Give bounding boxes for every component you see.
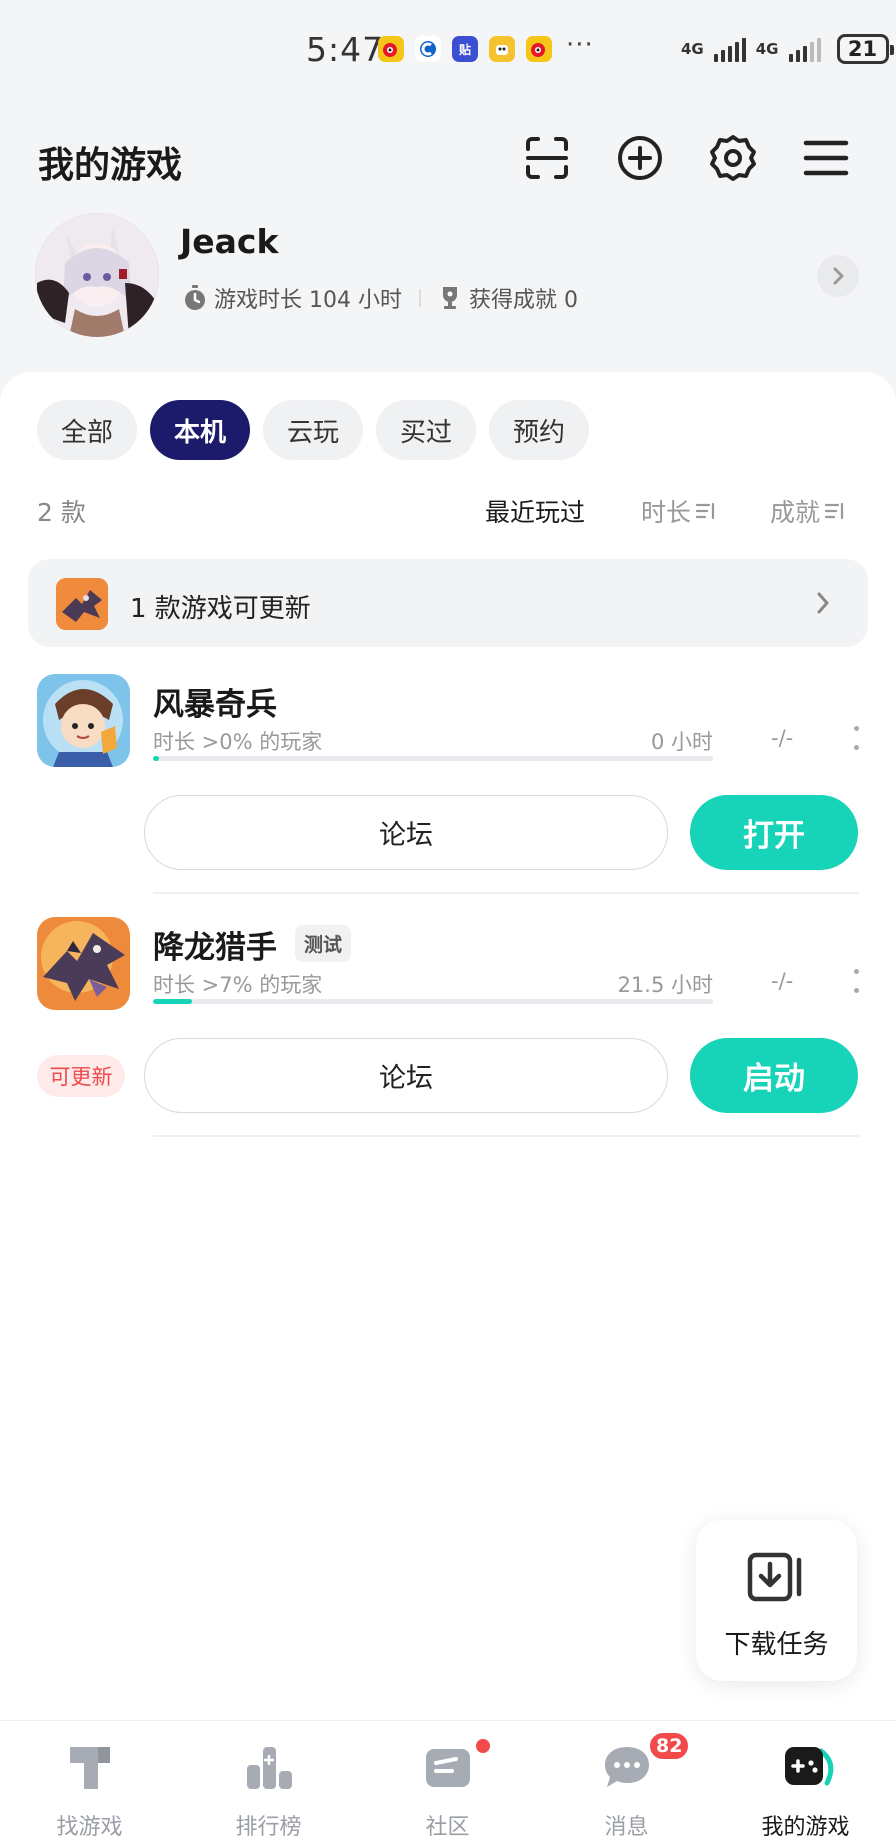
download-task-label: 下载任务: [724, 1630, 829, 1660]
update-banner-text: 1 款游戏可更新: [130, 594, 311, 624]
more-notifications-icon: ···: [566, 30, 594, 60]
status-time: 5:47: [306, 30, 385, 69]
play-progress-bar: [153, 999, 713, 1004]
more-options-icon[interactable]: [851, 726, 861, 750]
ranking-icon: [247, 1747, 292, 1789]
forum-button[interactable]: 论坛: [144, 1038, 668, 1113]
game-achievement: -/-: [771, 969, 794, 993]
status-bar: 5:47 贴 ··· 4G 4G 21: [0, 0, 896, 104]
tab-purchased[interactable]: 买过: [376, 400, 476, 460]
nav-community[interactable]: 社区: [358, 1721, 537, 1848]
weibo-icon-2: [526, 36, 552, 62]
signal-icon-1: [713, 36, 746, 62]
chat-bubble-icon: [605, 1747, 649, 1787]
open-game-button[interactable]: 打开: [690, 795, 858, 870]
stat-divider: [418, 289, 421, 307]
network-type-1: 4G: [681, 39, 704, 58]
nav-rankings[interactable]: 排行榜: [179, 1721, 358, 1848]
sort-achievement[interactable]: 成就: [770, 493, 846, 529]
nav-messages[interactable]: 82 消息: [537, 1721, 716, 1848]
nav-find-games[interactable]: 找游戏: [0, 1721, 179, 1848]
nav-community-label: 社区: [425, 1815, 470, 1840]
game-player-stat: 时长 >7% 的玩家: [153, 973, 323, 997]
menu-button[interactable]: [801, 133, 851, 183]
play-progress-bar: [153, 756, 713, 761]
download-task-button[interactable]: 下载任务: [696, 1520, 857, 1681]
sort-icon-2: [824, 502, 844, 520]
gamepad-icon: [785, 1747, 834, 1786]
gear-icon: [710, 135, 756, 181]
update-available-badge[interactable]: 可更新: [37, 1055, 125, 1097]
sort-icon: [695, 502, 715, 520]
divider: [153, 892, 859, 894]
messages-count-badge: 82: [648, 1731, 691, 1761]
game-achievement: -/-: [771, 726, 794, 750]
add-circle-icon: [618, 136, 662, 180]
nav-find-games-label: 找游戏: [56, 1815, 123, 1840]
tab-reserved[interactable]: 预约: [489, 400, 589, 460]
game-icon[interactable]: [37, 674, 130, 767]
profile-stats: 游戏时长 104 小时 获得成就 0: [183, 282, 578, 314]
tab-all[interactable]: 全部: [37, 400, 137, 460]
game-icon[interactable]: [37, 917, 130, 1010]
tab-local[interactable]: 本机: [150, 400, 250, 460]
nav-rankings-label: 排行榜: [235, 1815, 302, 1840]
notification-icons: 贴: [378, 36, 552, 62]
scan-button[interactable]: [522, 133, 572, 183]
tieba-icon: 贴: [452, 36, 478, 62]
download-icon: [747, 1552, 802, 1602]
game-name: 风暴奇兵: [153, 687, 277, 723]
game-hours: 21.5 小时: [617, 973, 713, 997]
sort-duration-label: 时长: [641, 498, 692, 527]
username: Jeack: [180, 222, 279, 261]
hamburger-menu-icon: [803, 140, 849, 176]
game-hours: 0 小时: [650, 730, 713, 754]
settings-button[interactable]: [708, 133, 758, 183]
add-button[interactable]: [615, 133, 665, 183]
game-name: 降龙猎手: [153, 930, 277, 966]
avatar[interactable]: [35, 213, 159, 337]
game-player-stat: 时长 >0% 的玩家: [153, 730, 323, 754]
play-time: 游戏时长 104 小时: [214, 288, 402, 313]
hammer-icon: [70, 1747, 110, 1789]
mascot-app-icon: [489, 36, 515, 62]
trophy-icon: [442, 287, 457, 309]
launch-game-button[interactable]: 启动: [690, 1038, 858, 1113]
bottom-nav: 找游戏 排行榜 社区 82 消息 我的游戏: [0, 1720, 896, 1848]
sort-duration[interactable]: 时长: [641, 493, 717, 529]
status-right: 4G 4G 21: [681, 34, 894, 64]
forum-button[interactable]: 论坛: [144, 795, 668, 870]
nav-my-games-label: 我的游戏: [761, 1815, 850, 1840]
page-title: 我的游戏: [38, 145, 183, 186]
scan-icon: [526, 137, 568, 179]
profile-detail-button[interactable]: [817, 255, 859, 297]
nav-messages-label: 消息: [604, 1815, 649, 1840]
nav-my-games[interactable]: 我的游戏: [716, 1721, 895, 1848]
play-progress-fill: [153, 999, 193, 1004]
play-progress-fill: [153, 756, 159, 761]
network-type-2: 4G: [755, 39, 779, 58]
achievements: 获得成就 0: [468, 288, 578, 313]
signal-icon-2: [788, 36, 821, 62]
update-game-thumbnail: [56, 578, 108, 630]
stopwatch-icon: [185, 285, 205, 310]
sort-recent-label: 最近玩过: [485, 498, 586, 527]
chevron-right-icon: [817, 592, 829, 614]
beta-tag: 测试: [295, 925, 352, 962]
game-count: 2 款: [37, 498, 86, 527]
battery-icon: 21: [836, 34, 894, 64]
sort-achievement-label: 成就: [770, 498, 821, 527]
community-icon: [426, 1749, 470, 1787]
sort-recent[interactable]: 最近玩过: [485, 493, 585, 529]
community-notification-dot: [474, 1737, 492, 1755]
more-options-icon[interactable]: [851, 969, 861, 993]
divider: [153, 1135, 859, 1137]
weibo-icon: [378, 36, 404, 62]
tab-cloud[interactable]: 云玩: [263, 400, 363, 460]
chevron-right-icon: [833, 267, 844, 285]
update-banner[interactable]: 1 款游戏可更新: [28, 559, 868, 647]
app-c-icon: [415, 36, 441, 62]
